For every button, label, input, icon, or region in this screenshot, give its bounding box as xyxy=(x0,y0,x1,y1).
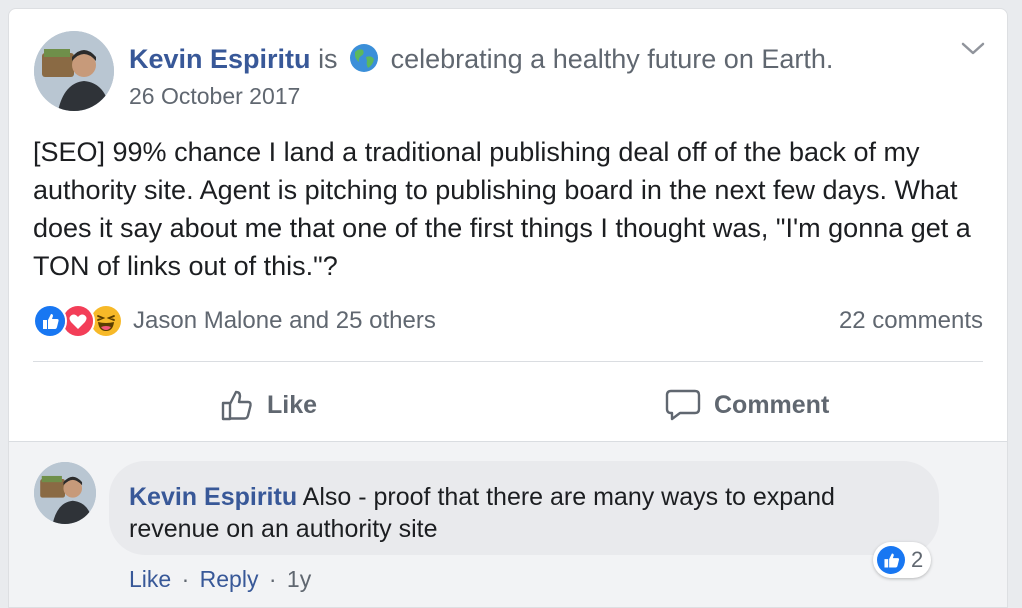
chevron-down-icon[interactable] xyxy=(960,39,986,59)
comment-author[interactable]: Kevin Espiritu xyxy=(129,483,297,511)
reactions-summary[interactable]: Jason Malone and 25 others xyxy=(33,303,436,339)
author-avatar[interactable] xyxy=(34,31,114,111)
comments-section: Kevin Espiritu Also - proof that there a… xyxy=(9,442,1007,607)
comment-likes-badge[interactable]: 2 xyxy=(873,542,932,578)
post-body: [SEO] 99% chance I land a traditional pu… xyxy=(33,137,971,281)
post-date[interactable]: 26 October 2017 xyxy=(129,83,300,110)
comments-count[interactable]: 22 comments xyxy=(839,307,983,335)
comment-bubble: Kevin Espiritu Also - proof that there a… xyxy=(109,461,939,555)
post-header: Kevin Espiritu is celebrating a healthy … xyxy=(129,43,833,75)
activity-text[interactable]: celebrating a healthy future on Earth. xyxy=(391,44,834,74)
divider xyxy=(33,361,983,362)
separator: · xyxy=(268,566,277,592)
like-button-label: Like xyxy=(267,390,318,419)
is-text: is xyxy=(318,44,338,74)
speech-bubble-icon xyxy=(665,389,701,421)
post-card: Kevin Espiritu is celebrating a healthy … xyxy=(8,8,1008,608)
comment-age[interactable]: 1y xyxy=(287,566,311,592)
commenter-avatar[interactable] xyxy=(34,462,96,524)
like-button[interactable]: Like xyxy=(219,383,317,427)
like-reaction-icon xyxy=(877,546,905,574)
globe-icon xyxy=(349,43,379,73)
comment-like-link[interactable]: Like xyxy=(129,566,171,592)
like-reaction-icon xyxy=(33,304,67,338)
thumbs-up-icon xyxy=(221,390,252,421)
author-name[interactable]: Kevin Espiritu xyxy=(129,44,311,74)
reactors-text[interactable]: Jason Malone and 25 others xyxy=(133,307,436,335)
comment-actions: Like · Reply · 1y xyxy=(129,566,311,593)
comment-button-label: Comment xyxy=(714,390,830,419)
comment-reply-link[interactable]: Reply xyxy=(200,566,259,592)
comment-button[interactable]: Comment xyxy=(664,383,829,427)
comment-likes-count: 2 xyxy=(911,547,924,572)
separator: · xyxy=(181,566,190,592)
